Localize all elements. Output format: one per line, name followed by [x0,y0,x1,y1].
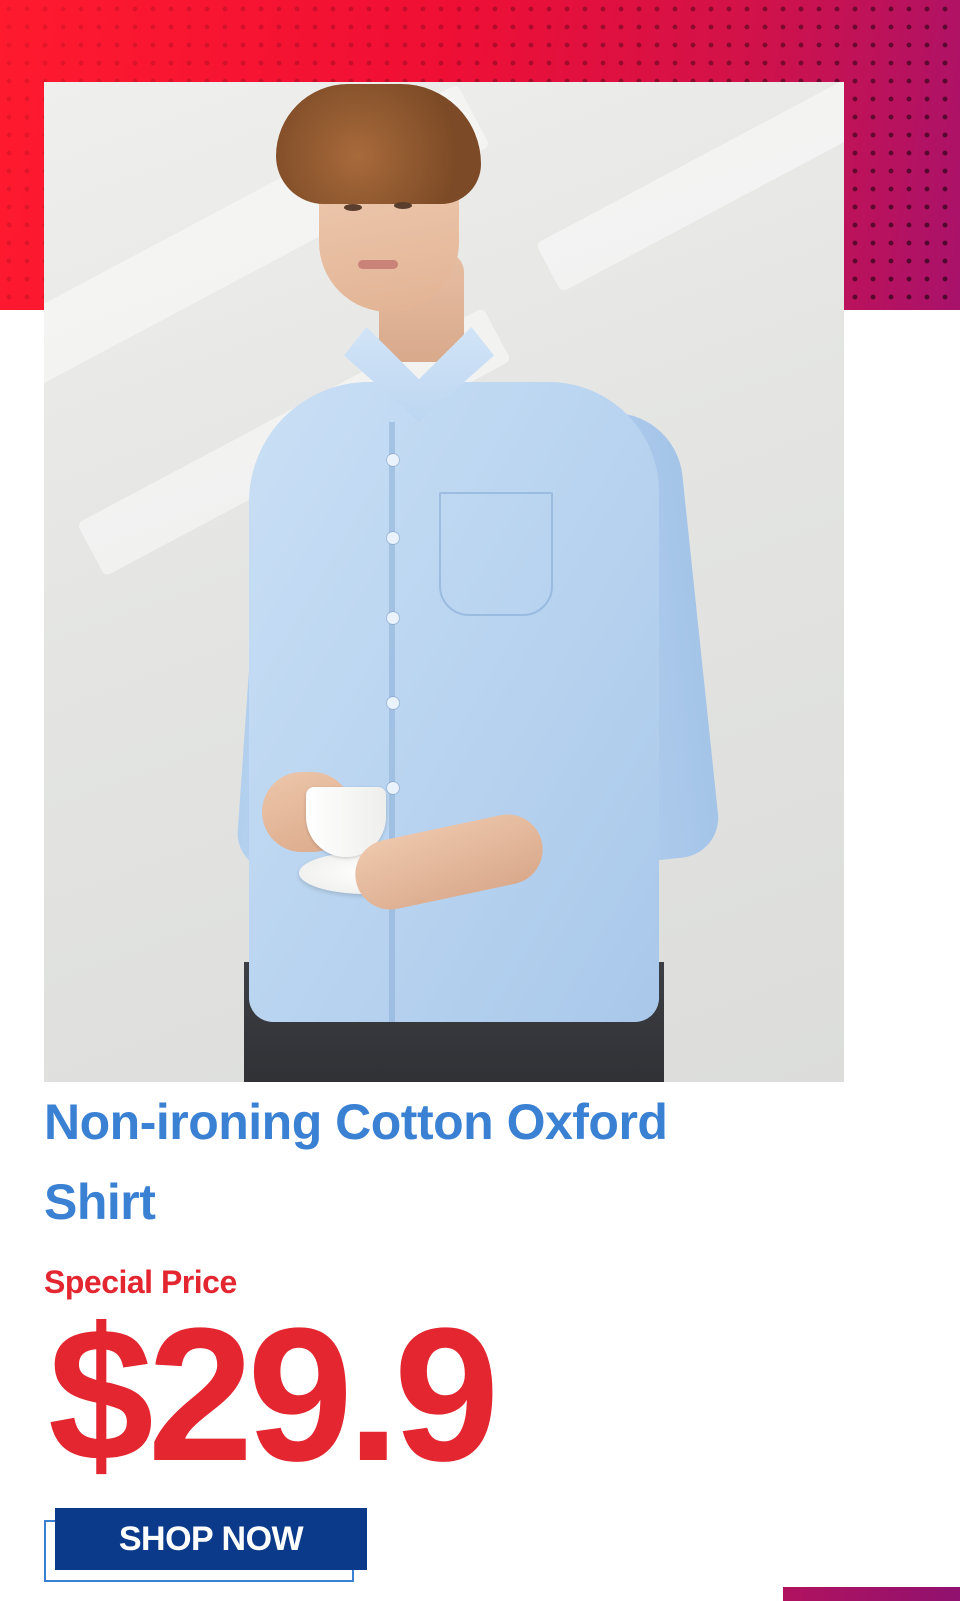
shirt-body [249,382,659,1022]
background-light-band [535,82,844,293]
shop-now-button[interactable]: SHOP NOW [55,1508,367,1570]
model-lips [358,260,398,269]
model-eye [344,204,362,211]
shirt-button [387,532,399,544]
model-eye [394,202,412,209]
shirt-pocket [439,492,553,616]
bottom-accent-bar [783,1587,960,1601]
shirt-button [387,782,399,794]
model-hair [276,84,481,204]
shirt-button [387,454,399,466]
promo-card: Non-ironing Cotton Oxford Shirt Special … [0,0,960,1601]
product-title[interactable]: Non-ironing Cotton Oxford Shirt [44,1082,764,1242]
price-value: $29.9 [48,1289,499,1501]
shirt-button [387,697,399,709]
shirt-button [387,612,399,624]
product-photo[interactable] [44,82,844,1082]
shirt-placket [389,422,395,1022]
